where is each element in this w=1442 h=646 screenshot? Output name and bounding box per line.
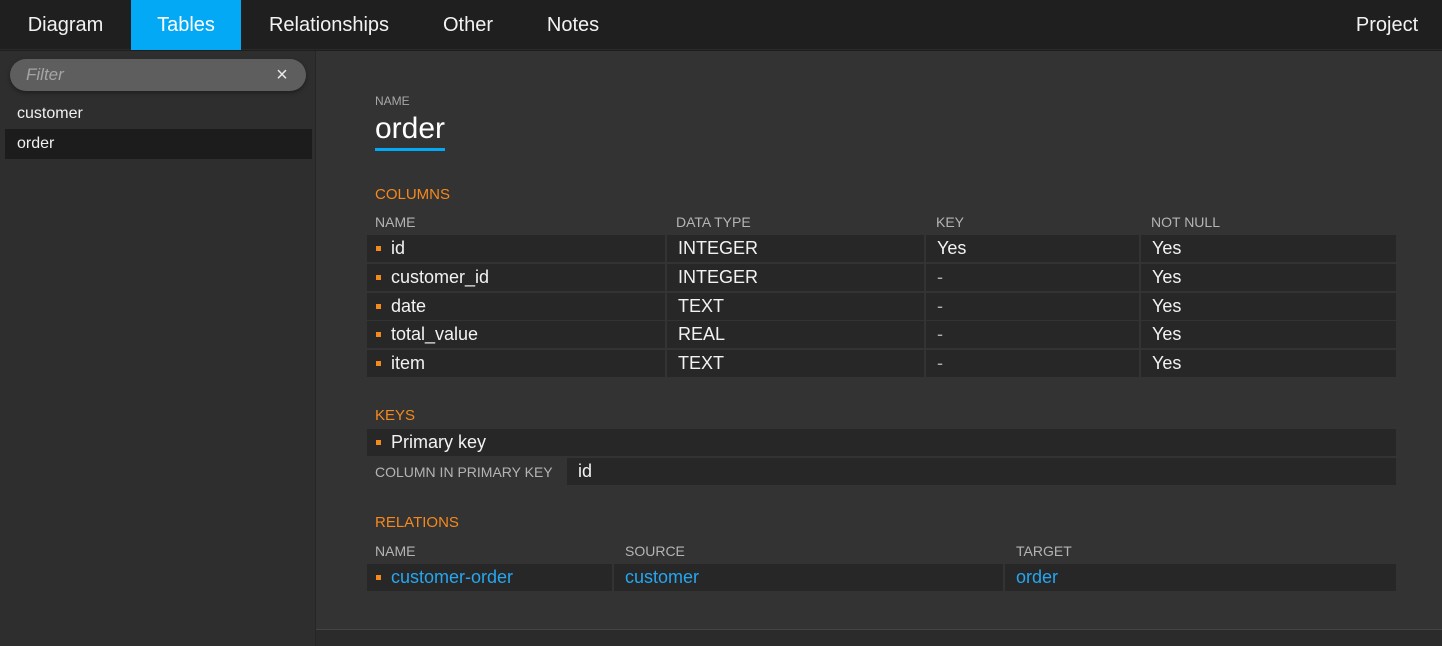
table-row[interactable]: date TEXT - Yes <box>367 293 1396 320</box>
primary-key-cell[interactable]: Primary key <box>367 429 1396 456</box>
column-type-cell[interactable]: INTEGER <box>667 264 924 291</box>
column-header-data-type: DATA TYPE <box>676 214 751 230</box>
key-row[interactable]: Primary key <box>367 429 1396 456</box>
bullet-icon <box>376 440 381 445</box>
column-key-cell[interactable]: - <box>926 264 1139 291</box>
sidebar: × customer order <box>0 51 316 646</box>
tab-diagram[interactable]: Diagram <box>0 0 131 50</box>
bullet-icon <box>376 332 381 337</box>
tab-relationships[interactable]: Relationships <box>241 0 417 50</box>
column-not-null-cell[interactable]: Yes <box>1141 293 1396 320</box>
column-in-primary-key-label: COLUMN IN PRIMARY KEY <box>375 464 553 480</box>
relations-section-title: RELATIONS <box>375 514 459 531</box>
bullet-icon <box>376 575 381 580</box>
column-not-null-cell[interactable]: Yes <box>1141 321 1396 348</box>
column-name-cell[interactable]: item <box>367 350 665 377</box>
name-label: NAME <box>375 94 410 108</box>
bullet-icon <box>376 361 381 366</box>
relation-target-link[interactable]: order <box>1005 564 1396 591</box>
sidebar-item-order[interactable]: order <box>5 129 312 159</box>
clear-icon[interactable]: × <box>272 64 292 86</box>
column-header-not-null: NOT NULL <box>1151 214 1220 230</box>
column-key-cell[interactable]: Yes <box>926 235 1139 262</box>
relation-header-source: SOURCE <box>625 543 685 559</box>
table-row[interactable]: id INTEGER Yes Yes <box>367 235 1396 262</box>
bullet-icon <box>376 275 381 280</box>
filter-box: × <box>10 59 306 91</box>
relation-source-link[interactable]: customer <box>614 564 1003 591</box>
top-nav-bar: Diagram Tables Relationships Other Notes… <box>0 0 1442 50</box>
tab-notes[interactable]: Notes <box>519 0 627 50</box>
relation-header-target: TARGET <box>1016 543 1072 559</box>
filter-input[interactable] <box>10 59 270 91</box>
tab-tables[interactable]: Tables <box>131 0 241 50</box>
column-header-key: KEY <box>936 214 965 230</box>
primary-key-column-row[interactable]: id <box>567 458 1396 485</box>
sidebar-item-customer[interactable]: customer <box>5 99 312 129</box>
column-not-null-cell[interactable]: Yes <box>1141 350 1396 377</box>
column-name-cell[interactable]: customer_id <box>367 264 665 291</box>
column-name-cell[interactable]: id <box>367 235 665 262</box>
table-row[interactable]: total_value REAL - Yes <box>367 321 1396 348</box>
column-key-cell[interactable]: - <box>926 350 1139 377</box>
column-type-cell[interactable]: TEXT <box>667 293 924 320</box>
column-header-name: NAME <box>375 214 416 230</box>
tab-project[interactable]: Project <box>1332 0 1442 50</box>
column-name-cell[interactable]: total_value <box>367 321 665 348</box>
relation-row[interactable]: customer-order customer order <box>367 564 1396 591</box>
column-name-cell[interactable]: date <box>367 293 665 320</box>
column-key-cell[interactable]: - <box>926 293 1139 320</box>
columns-section-title: COLUMNS <box>375 186 451 203</box>
relation-header-name: NAME <box>375 543 416 559</box>
column-not-null-cell[interactable]: Yes <box>1141 264 1396 291</box>
column-not-null-cell[interactable]: Yes <box>1141 235 1396 262</box>
primary-key-column-value[interactable]: id <box>567 458 1396 485</box>
column-key-cell[interactable]: - <box>926 321 1139 348</box>
table-row[interactable]: item TEXT - Yes <box>367 350 1396 377</box>
tab-other[interactable]: Other <box>417 0 519 50</box>
column-type-cell[interactable]: TEXT <box>667 350 924 377</box>
bullet-icon <box>376 246 381 251</box>
column-type-cell[interactable]: INTEGER <box>667 235 924 262</box>
table-name-field[interactable]: order <box>375 111 446 151</box>
bullet-icon <box>376 304 381 309</box>
keys-section-title: KEYS <box>375 407 416 424</box>
bottom-panel-edge <box>316 629 1442 646</box>
table-row[interactable]: customer_id INTEGER - Yes <box>367 264 1396 291</box>
column-type-cell[interactable]: REAL <box>667 321 924 348</box>
relation-name-link[interactable]: customer-order <box>367 564 612 591</box>
